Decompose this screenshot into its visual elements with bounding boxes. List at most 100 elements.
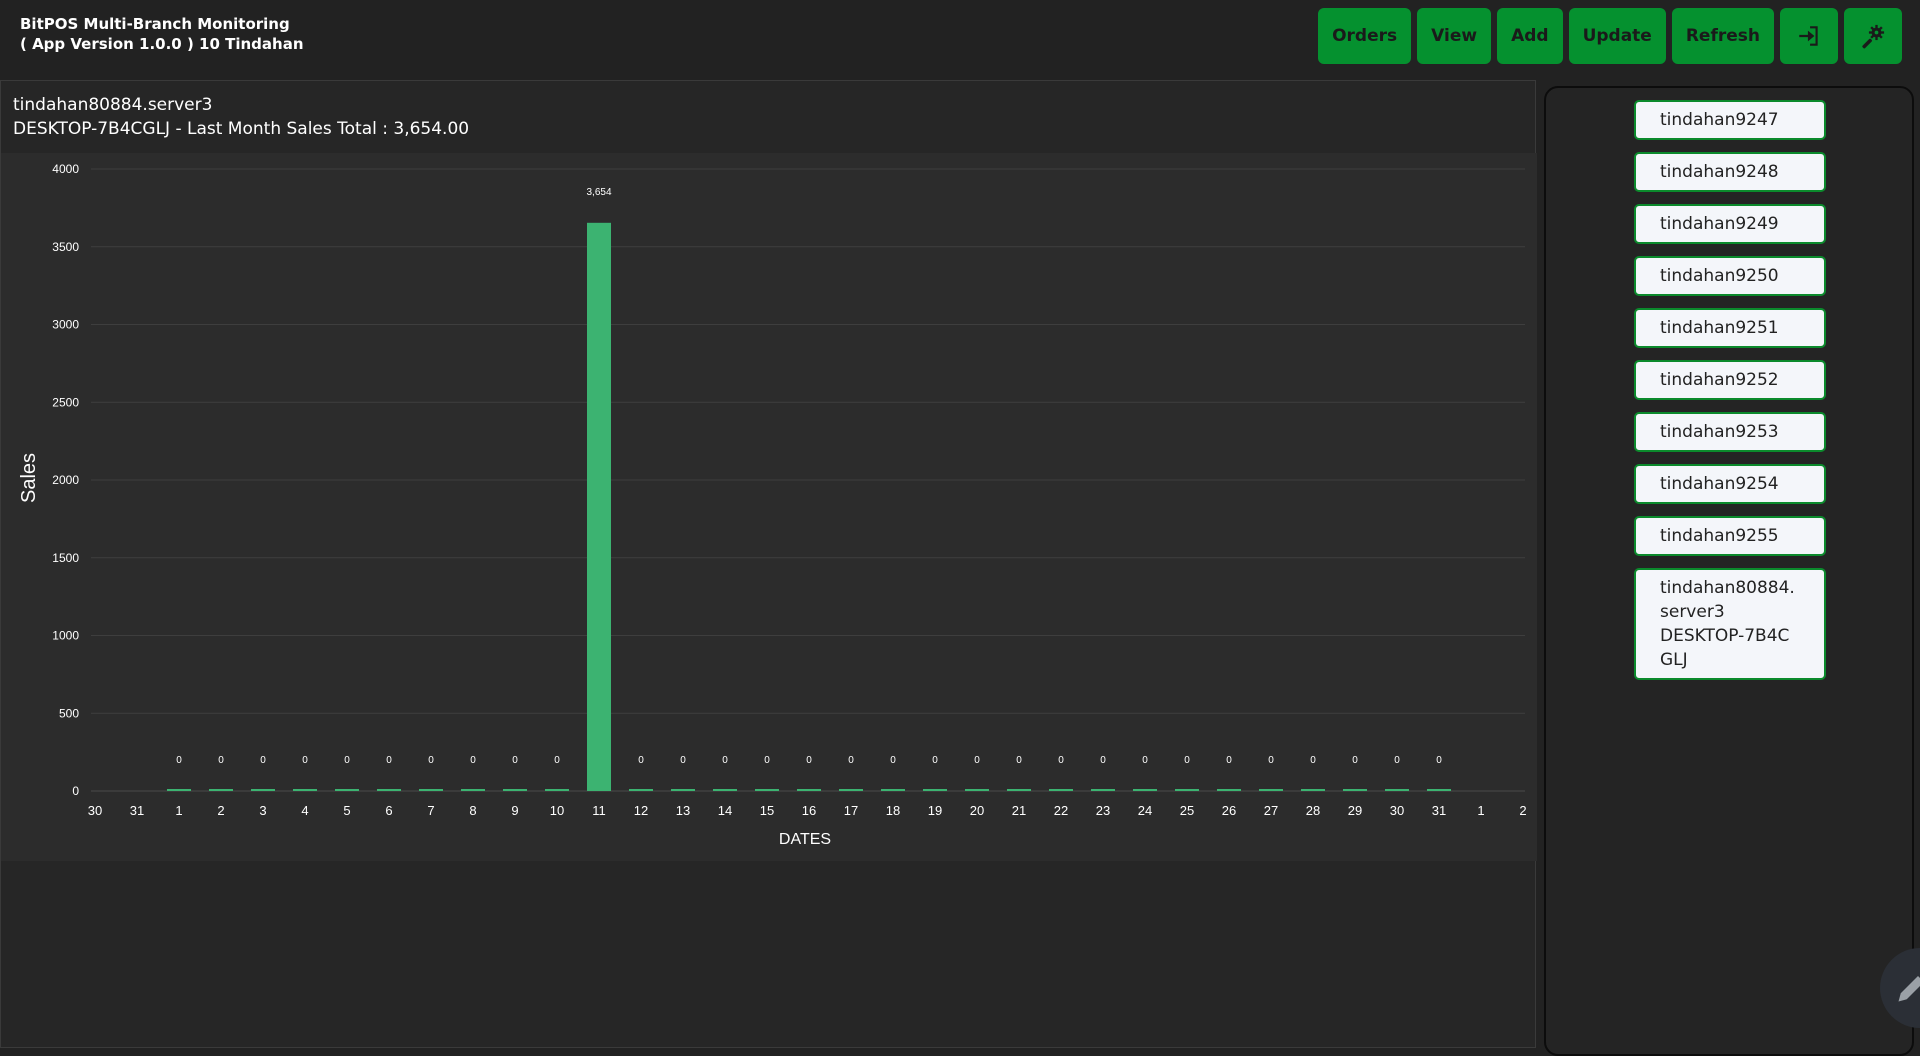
x-tick-label: 26 xyxy=(1222,803,1236,818)
branch-button[interactable]: tindahan9253 xyxy=(1634,412,1826,452)
y-tick-label: 2000 xyxy=(52,473,79,487)
x-tick-label: 29 xyxy=(1348,803,1362,818)
view-button[interactable]: View xyxy=(1417,8,1492,64)
x-tick-label: 28 xyxy=(1306,803,1320,818)
x-tick-label: 30 xyxy=(1390,803,1404,818)
bar xyxy=(419,789,443,791)
branch-label: tindahan9254 xyxy=(1660,474,1779,494)
y-tick-label: 1000 xyxy=(52,629,79,643)
y-tick-label: 1500 xyxy=(52,551,79,565)
app-title-version: ( App Version 1.0.0 ) 10 Tindahan xyxy=(20,35,304,53)
bar xyxy=(1133,789,1157,791)
branch-button[interactable]: tindahan9252 xyxy=(1634,360,1826,400)
logout-button[interactable] xyxy=(1780,8,1838,64)
x-tick-label: 9 xyxy=(511,803,518,818)
sales-bar-chart: 0500100015002000250030003500400030 31 1020… xyxy=(18,162,1527,848)
branch-label: tindahan9250 xyxy=(1660,266,1779,286)
gear-icon xyxy=(1859,22,1887,50)
orders-button[interactable]: Orders xyxy=(1318,8,1412,64)
branch-button[interactable]: tindahan9251 xyxy=(1634,308,1826,348)
branch-button[interactable]: tindahan9247 xyxy=(1634,100,1826,140)
data-label: 0 xyxy=(1226,755,1232,766)
data-label: 0 xyxy=(932,755,938,766)
data-label: 0 xyxy=(1142,755,1148,766)
bar xyxy=(1427,789,1451,791)
data-label: 0 xyxy=(386,755,392,766)
top-bar: BitPOS Multi-Branch Monitoring ( App Ver… xyxy=(0,0,1920,80)
data-label: 0 xyxy=(554,755,560,766)
data-label: 0 xyxy=(890,755,896,766)
data-label: 0 xyxy=(1394,755,1400,766)
update-button[interactable]: Update xyxy=(1568,8,1666,64)
data-label: 0 xyxy=(1268,755,1274,766)
panel-header: tindahan80884.server3 DESKTOP-7B4CGLJ - … xyxy=(13,93,469,141)
x-tick-label: 11 xyxy=(592,803,606,818)
x-tick-label: 21 xyxy=(1012,803,1026,818)
bar xyxy=(209,789,233,791)
x-tick-label: 31 xyxy=(1432,803,1446,818)
y-tick-label: 3500 xyxy=(52,240,79,254)
branch-label: tindahan9255 xyxy=(1660,526,1779,546)
bar xyxy=(461,789,485,791)
data-label: 0 xyxy=(638,755,644,766)
bar xyxy=(923,789,947,791)
data-label: 0 xyxy=(680,755,686,766)
x-tick-label: 25 xyxy=(1180,803,1194,818)
bar xyxy=(671,789,695,791)
refresh-button[interactable]: Refresh xyxy=(1671,8,1774,64)
sales-chart: 0 500 1000 1500 2000 2500 3000 3500 4000 30 31 1 0 2 0… xyxy=(1,153,1537,861)
data-label: 0 xyxy=(1352,755,1358,766)
branch-button[interactable]: tindahan9255 xyxy=(1634,516,1826,556)
x-axis-label: DATES xyxy=(779,831,831,848)
branch-button[interactable]: tindahan9249 xyxy=(1634,204,1826,244)
data-label: 0 xyxy=(848,755,854,766)
x-tick-label: 14 xyxy=(718,803,732,818)
y-tick-label: 3000 xyxy=(52,318,79,332)
data-label: 0 xyxy=(764,755,770,766)
branch-server-name: tindahan80884.server3 xyxy=(13,95,213,115)
toolbar: Orders View Add Update Refresh xyxy=(1318,8,1902,64)
branch-list: tindahan9247 tindahan9248 tindahan9249 tind… xyxy=(1634,100,1826,680)
branch-label: tindahan9248 xyxy=(1660,162,1779,182)
branch-button[interactable]: tindahan80884.server3 DESKTOP-7B4CGLJ xyxy=(1634,568,1826,680)
data-label: 3,654 xyxy=(586,187,611,198)
settings-button[interactable] xyxy=(1844,8,1902,64)
branch-button[interactable]: tindahan9248 xyxy=(1634,152,1826,192)
x-tick-label: 12 xyxy=(634,803,648,818)
app-title: BitPOS Multi-Branch Monitoring ( App Ver… xyxy=(20,14,304,54)
x-tick-label: 1 xyxy=(1477,803,1484,818)
bar xyxy=(251,789,275,791)
bar xyxy=(587,222,611,792)
bar xyxy=(1049,789,1073,791)
bar xyxy=(293,789,317,791)
x-tick-label: 24 xyxy=(1138,803,1152,818)
x-tick-label: 23 xyxy=(1096,803,1110,818)
data-label: 0 xyxy=(260,755,266,766)
branch-label: tindahan9252 xyxy=(1660,370,1779,390)
data-label: 0 xyxy=(1058,755,1064,766)
x-tick-label: 6 xyxy=(385,803,392,818)
data-label: 0 xyxy=(1016,755,1022,766)
data-label: 0 xyxy=(344,755,350,766)
bar xyxy=(1343,789,1367,791)
bar xyxy=(377,789,401,791)
branch-label: tindahan9253 xyxy=(1660,422,1779,442)
bar xyxy=(797,789,821,791)
data-label: 0 xyxy=(1184,755,1190,766)
bar xyxy=(167,789,191,791)
add-button[interactable]: Add xyxy=(1497,8,1563,64)
data-label: 0 xyxy=(218,755,224,766)
data-label: 0 xyxy=(974,755,980,766)
branch-button[interactable]: tindahan9254 xyxy=(1634,464,1826,504)
sales-panel: tindahan80884.server3 DESKTOP-7B4CGLJ - … xyxy=(0,80,1537,1048)
x-tick-label: 20 xyxy=(970,803,984,818)
bar xyxy=(1007,789,1031,791)
bar xyxy=(1301,789,1325,791)
bar xyxy=(1091,789,1115,791)
bar xyxy=(839,789,863,791)
bar xyxy=(629,789,653,791)
branch-button[interactable]: tindahan9250 xyxy=(1634,256,1826,296)
x-tick-label: 8 xyxy=(469,803,476,818)
data-label: 0 xyxy=(512,755,518,766)
x-tick-label: 10 xyxy=(550,803,564,818)
